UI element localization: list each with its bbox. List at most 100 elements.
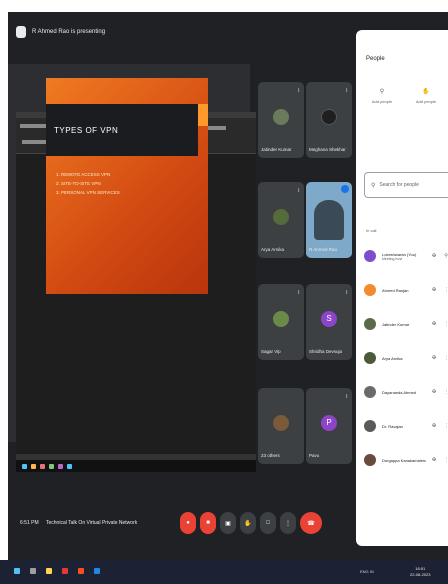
- participant-video: [314, 200, 344, 240]
- present-button[interactable]: □: [260, 512, 276, 534]
- avatar: [321, 108, 337, 125]
- participant-name: 23 others: [261, 453, 280, 458]
- participant-name: Pavu: [309, 453, 320, 458]
- clock[interactable]: 18:51 22-08-2023: [410, 566, 430, 578]
- people-panel: People ✕ ⚲ Add people ✋ Add people ⚲ In …: [356, 30, 448, 546]
- action-label: Add people: [415, 99, 437, 104]
- people-title: People: [366, 56, 385, 62]
- list-item[interactable]: Lokeshwaran (You) Meeting host ✠ ⚲: [364, 242, 448, 270]
- add-people-button[interactable]: ⚲ Add people: [364, 88, 400, 104]
- participant-name: Meghana Shekhar: [309, 147, 346, 152]
- person-text: Dr. Ravajan: [382, 424, 426, 429]
- more-icon[interactable]: ⋮: [444, 457, 448, 463]
- screen: R Ahmed Rao is presenting TYPES OF VPN 1…: [0, 0, 448, 584]
- avatar: [273, 414, 289, 431]
- presenter-label: R Ahmed Rao is presenting: [32, 29, 106, 35]
- person-text: Jatinder Kumar: [382, 322, 426, 327]
- more-icon[interactable]: ⋮: [444, 287, 448, 293]
- list-item[interactable]: Dayananda Ahmed ✠ ⋮: [364, 378, 448, 406]
- slide-title: TYPES OF VPN: [54, 125, 119, 135]
- more-icon[interactable]: ⋮: [444, 355, 448, 361]
- system-tray[interactable]: ENG IN: [360, 569, 374, 574]
- person-text: Ahmed Ranjan: [382, 288, 426, 293]
- person-text: Lokeshwaran (You) Meeting host: [382, 252, 426, 261]
- participant-tile[interactable]: ⌇ Sagar Vip: [258, 284, 304, 360]
- speaking-icon: [341, 185, 349, 193]
- slide-bullet: 2. SITE-TO-SITE VPN: [56, 181, 101, 186]
- captions-button[interactable]: ▣: [220, 512, 236, 534]
- person-text: Durgappa Kanakamalena: [382, 458, 426, 463]
- participant-name: Shridha Devsuja: [309, 349, 343, 354]
- app-taskbar: [16, 460, 256, 472]
- avatar: S: [321, 310, 337, 327]
- person-text: Arya Arnika: [382, 356, 426, 361]
- participant-tile[interactable]: ⌇ Meghana Shekhar: [306, 82, 352, 158]
- person-name: Durgappa Kanakamalena: [382, 457, 426, 463]
- mic-off-icon: ✠: [432, 389, 437, 395]
- add-people-button[interactable]: ✋ Add people: [408, 88, 444, 104]
- list-item[interactable]: Arya Arnika ✠ ⋮: [364, 344, 448, 372]
- avatar: [273, 208, 289, 225]
- participant-tile[interactable]: ⌇ S Shridha Devsuja: [306, 284, 352, 360]
- search-icon[interactable]: [30, 568, 36, 574]
- more-icon[interactable]: ⋮: [444, 389, 448, 395]
- mic-off-icon: ✠: [432, 253, 437, 259]
- powerpoint-icon[interactable]: [78, 568, 84, 574]
- mic-off-icon: ⌇: [297, 290, 300, 296]
- avatar: [364, 284, 376, 296]
- meeting-title: Technical Talk On Virtual Private Networ…: [46, 520, 138, 526]
- mic-off-button[interactable]: ●: [180, 512, 196, 534]
- mic-off-icon: ✠: [432, 321, 437, 327]
- edge-icon[interactable]: [94, 568, 100, 574]
- avatar: P: [321, 414, 337, 431]
- mic-off-icon: ⌇: [297, 188, 300, 194]
- raise-hand-button[interactable]: ✋: [240, 512, 256, 534]
- slide-bullets: 1. REMOTE ACCESS VPN 2. SITE-TO-SITE VPN…: [56, 170, 120, 197]
- person-name: Dayananda Ahmed: [382, 389, 417, 395]
- participant-video-tile[interactable]: R Ahmed Rao: [306, 182, 352, 258]
- clock-date: 22-08-2023: [410, 572, 431, 577]
- search-box[interactable]: ⚲: [364, 172, 448, 198]
- more-options-button[interactable]: ⋮: [280, 512, 296, 534]
- slide-bullet: 3. PERSONAL VPN SERVICES: [56, 190, 120, 195]
- more-icon[interactable]: ⋮: [444, 321, 448, 327]
- meeting-time: 6:51 PM: [20, 520, 39, 526]
- mic-off-icon: ⌇: [345, 394, 348, 400]
- search-icon: ⚲: [371, 182, 376, 189]
- avatar: [364, 250, 376, 262]
- person-text: Dayananda Ahmed: [382, 390, 426, 395]
- presenter-icon: [16, 26, 26, 38]
- participant-tile[interactable]: ⌇ Jatinder Kumar: [258, 82, 304, 158]
- chrome-icon[interactable]: [62, 568, 68, 574]
- search-input[interactable]: [379, 182, 448, 188]
- windows-start-icon[interactable]: [14, 568, 20, 574]
- camera-off-button[interactable]: ■: [200, 512, 216, 534]
- mic-off-icon: ✠: [432, 287, 437, 293]
- slide-accent: [198, 104, 208, 126]
- mic-off-icon: ✠: [432, 457, 437, 463]
- avatar: [364, 386, 376, 398]
- list-item[interactable]: Dr. Ravajan ✠ ⋮: [364, 412, 448, 440]
- list-item[interactable]: Durgappa Kanakamalena ✠ ⋮: [364, 446, 448, 474]
- person-name: Arya Arnika: [382, 355, 403, 361]
- os-taskbar: ENG IN 18:51 22-08-2023: [0, 560, 448, 584]
- participant-tile[interactable]: 23 others: [258, 388, 304, 464]
- participant-tile[interactable]: ⌇ Arya Arnika: [258, 182, 304, 258]
- file-explorer-icon[interactable]: [46, 568, 52, 574]
- section-label: In call: [366, 228, 377, 233]
- list-item[interactable]: Ahmed Ranjan ✠ ⋮: [364, 276, 448, 304]
- list-item[interactable]: Jatinder Kumar ✠ ⋮: [364, 310, 448, 338]
- pin-icon[interactable]: ⚲: [444, 253, 448, 259]
- presentation-slide: TYPES OF VPN 1. REMOTE ACCESS VPN 2. SIT…: [46, 78, 208, 294]
- hand-icon: ✋: [422, 89, 430, 95]
- more-icon[interactable]: ⋮: [444, 423, 448, 429]
- avatar: [273, 310, 289, 327]
- participant-name: Arya Arnika: [261, 247, 285, 252]
- participant-tile[interactable]: ⌇ P Pavu: [306, 388, 352, 464]
- slide-bullet: 1. REMOTE ACCESS VPN: [56, 172, 111, 177]
- leave-call-button[interactable]: ☎: [300, 512, 322, 534]
- mic-off-icon: ✠: [432, 423, 437, 429]
- mic-off-icon: ✠: [432, 355, 437, 361]
- person-name: Jatinder Kumar: [382, 321, 410, 327]
- participant-name: R Ahmed Rao: [309, 247, 338, 252]
